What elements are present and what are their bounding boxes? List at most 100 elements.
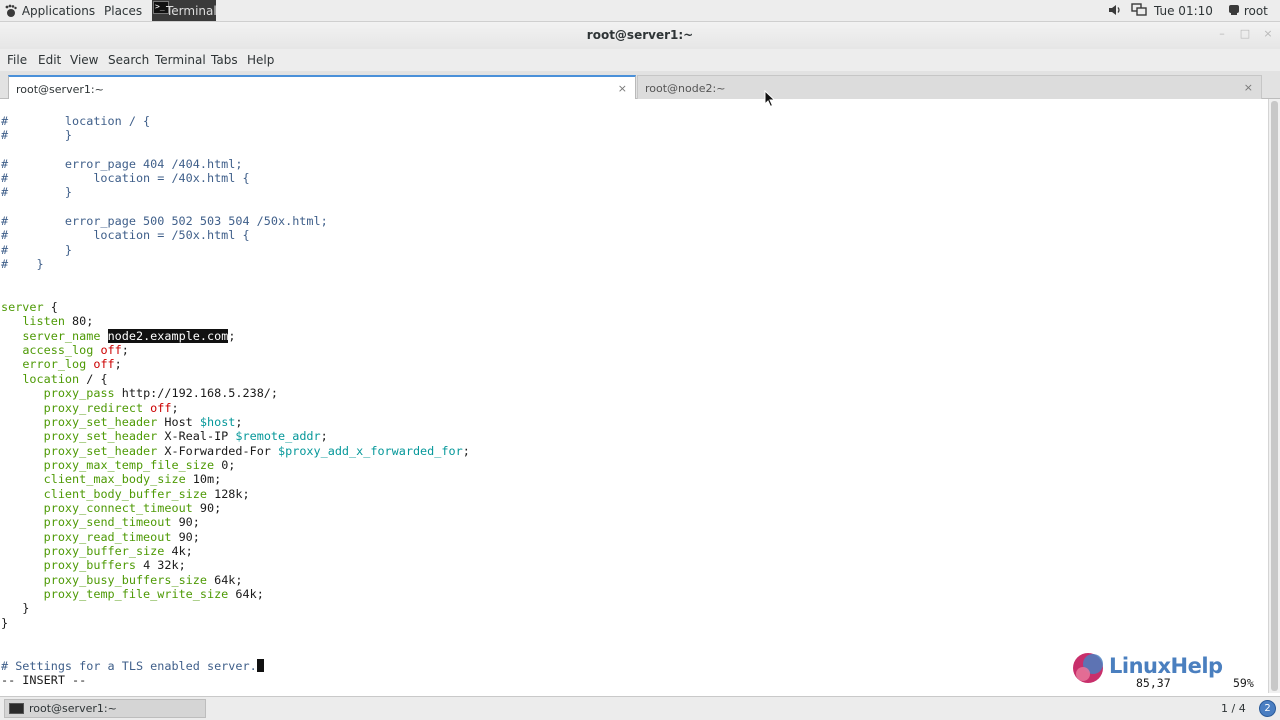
directive-rest: 90; (171, 529, 200, 544)
directive-value: off (93, 357, 115, 372)
directive-rest: ; (320, 429, 328, 444)
terminal-line: proxy_send_timeout 90; (1, 515, 200, 529)
menu-edit[interactable]: Edit (38, 52, 61, 68)
workspace-switcher-button[interactable]: 2 (1259, 700, 1276, 717)
directive-keyword: proxy_read_timeout (43, 529, 172, 544)
comment-text: # location / { (1, 113, 151, 128)
directive-rest: ; (114, 357, 122, 372)
comment-text: # location = /40x.html { (1, 170, 250, 185)
directive-rest: 64k; (228, 587, 264, 602)
directive-keyword: proxy_max_temp_file_size (43, 457, 215, 472)
directive-rest: 90; (171, 515, 200, 530)
terminal-scrollbar[interactable] (1268, 99, 1280, 693)
top-panel: Applications Places >_ Terminal Tue 01:1… (0, 0, 1280, 22)
directive-keyword: proxy_redirect (43, 400, 144, 415)
comment-text: # error_page 404 /404.html; (1, 156, 243, 171)
directive-rest: / { (79, 371, 108, 386)
window-titlebar[interactable]: root@server1:~ – □ × (0, 22, 1280, 49)
terminal-line: } (1, 616, 8, 630)
directive-variable: $proxy_add_x_forwarded_for (278, 443, 463, 458)
menu-file[interactable]: File (7, 52, 27, 68)
taskbar-terminal-label: Terminal (166, 4, 217, 18)
directive-rest: ; (171, 400, 179, 415)
directive-arg: X-Forwarded-For (157, 443, 279, 458)
terminal-line: location / { (1, 371, 108, 386)
comment-text: # } (1, 242, 73, 257)
clock[interactable]: Tue 01:10 (1154, 3, 1213, 19)
tab-server1-close-icon[interactable]: × (618, 82, 627, 95)
directive-keyword: proxy_pass (43, 386, 115, 401)
terminal-line: # error_page 500 502 503 504 /50x.html; (1, 214, 328, 228)
comment-text: # location = /50x.html { (1, 228, 250, 243)
directive-rest: 4k; (164, 544, 193, 558)
line-text: } (1, 601, 30, 616)
line-text: } (1, 615, 9, 630)
tab-server1[interactable]: root@server1:~ × (8, 75, 636, 99)
directive-value: off (100, 343, 122, 358)
terminal-line: client_max_body_size 10m; (1, 472, 222, 486)
directive-keyword: proxy_connect_timeout (43, 500, 193, 515)
terminal-line: proxy_pass http://192.168.5.238/; (1, 386, 278, 400)
directive-keyword: proxy_buffer_size (43, 544, 165, 558)
menu-help[interactable]: Help (247, 52, 274, 68)
close-icon[interactable]: × (1261, 27, 1275, 41)
directive-keyword: proxy_busy_buffers_size (43, 572, 207, 587)
directive-variable: $remote_addr (235, 429, 321, 444)
menu-view[interactable]: View (70, 52, 98, 68)
terminal-line: proxy_set_header X-Real-IP $remote_addr; (1, 429, 328, 443)
taskbar-terminal-button[interactable]: >_ Terminal (152, 0, 217, 21)
directive-value: off (150, 400, 172, 415)
menubar: File Edit View Search Terminal Tabs Help (0, 49, 1280, 71)
applications-menu[interactable]: Applications (4, 3, 95, 19)
terminal-line: # error_page 404 /404.html; (1, 157, 242, 171)
directive-keyword: proxy_set_header (43, 443, 158, 458)
taskbar-window-button[interactable]: root@server1:~ (4, 699, 206, 718)
workspace-indicator[interactable]: 1 / 4 (1221, 702, 1246, 715)
mouse-pointer-icon (764, 90, 776, 108)
network-icon[interactable] (1131, 3, 1147, 19)
menu-terminal[interactable]: Terminal (155, 52, 206, 68)
tab-node2[interactable]: root@node2:~ × (637, 75, 1262, 99)
volume-icon[interactable] (1108, 3, 1122, 19)
scrollbar-thumb[interactable] (1271, 101, 1278, 691)
applications-label: Applications (21, 4, 96, 18)
directive-keyword: access_log (22, 343, 94, 358)
directive-rest: 4 32k; (135, 558, 186, 573)
directive-rest: ; (121, 343, 129, 358)
directive-arg: X-Real-IP (157, 429, 236, 444)
directive-rest: 128k; (206, 486, 250, 501)
directive-keyword: proxy_temp_file_write_size (43, 587, 229, 602)
directive-rest: ; (235, 414, 243, 429)
places-menu[interactable]: Places (104, 3, 142, 19)
directive-keyword: server (1, 300, 44, 315)
directive-keyword: location (22, 371, 80, 386)
linuxhelp-logo-text: LinuxHelp (1109, 654, 1223, 678)
menu-tabs[interactable]: Tabs (211, 52, 238, 68)
tab-node2-close-icon[interactable]: × (1244, 81, 1253, 94)
terminal-line: proxy_temp_file_write_size 64k; (1, 587, 264, 601)
terminal-area[interactable]: # location / {# } # error_page 404 /404.h… (0, 99, 1268, 693)
terminal-line: # } (1, 128, 72, 142)
minimize-icon[interactable]: – (1215, 27, 1229, 41)
terminal-line: # location / { (1, 114, 150, 128)
comment-text: # } (1, 185, 73, 200)
menu-search[interactable]: Search (108, 52, 149, 68)
directive-rest: http://192.168.5.238/; (114, 386, 279, 401)
user-menu[interactable]: root (1228, 3, 1268, 19)
user-label: root (1243, 4, 1268, 18)
terminal-line: # location = /40x.html { (1, 171, 250, 185)
maximize-icon[interactable]: □ (1238, 27, 1252, 41)
terminal-line: server_name node2.example.com; (1, 328, 235, 343)
directive-keyword: proxy_set_header (43, 414, 158, 429)
terminal-icon (9, 703, 24, 714)
user-icon (1229, 5, 1239, 15)
